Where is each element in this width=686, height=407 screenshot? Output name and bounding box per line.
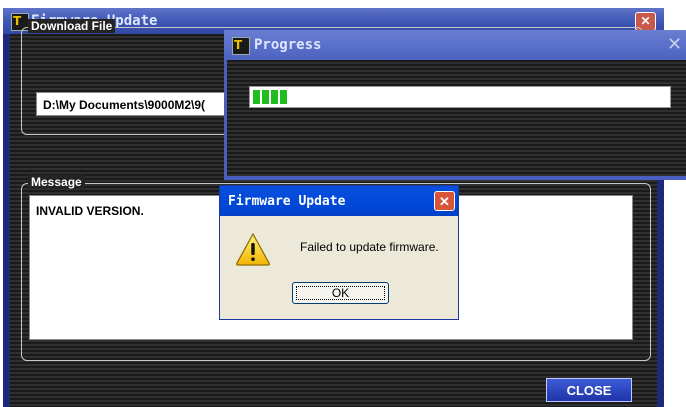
progress-segment — [280, 90, 287, 104]
dialog-close-icon[interactable]: ✕ — [434, 191, 455, 211]
message-label: Message — [28, 175, 85, 189]
error-dialog: Firmware Update ✕ Failed to update firmw… — [219, 185, 459, 320]
progress-bar-fill — [253, 90, 287, 104]
progress-segment — [253, 90, 260, 104]
progress-segment — [262, 90, 269, 104]
progress-logo-icon: T — [232, 37, 250, 55]
progress-bar — [249, 86, 671, 108]
dialog-titlebar[interactable]: Firmware Update ✕ — [220, 186, 458, 216]
warning-icon — [236, 232, 270, 266]
progress-window-body — [227, 60, 686, 176]
ok-focus-rect — [296, 286, 385, 300]
progress-window-title: Progress — [254, 37, 322, 53]
dialog-message: Failed to update firmware. — [300, 240, 439, 254]
progress-close-icon[interactable]: ✕ — [667, 34, 682, 55]
message-text: INVALID VERSION. — [36, 204, 144, 218]
download-file-label: Download File — [28, 19, 116, 33]
close-button[interactable]: CLOSE — [546, 378, 632, 402]
progress-titlebar[interactable]: T Progress ✕ — [224, 30, 686, 60]
progress-segment — [271, 90, 278, 104]
ok-button[interactable]: OK — [292, 282, 389, 304]
dialog-title: Firmware Update — [228, 194, 346, 209]
